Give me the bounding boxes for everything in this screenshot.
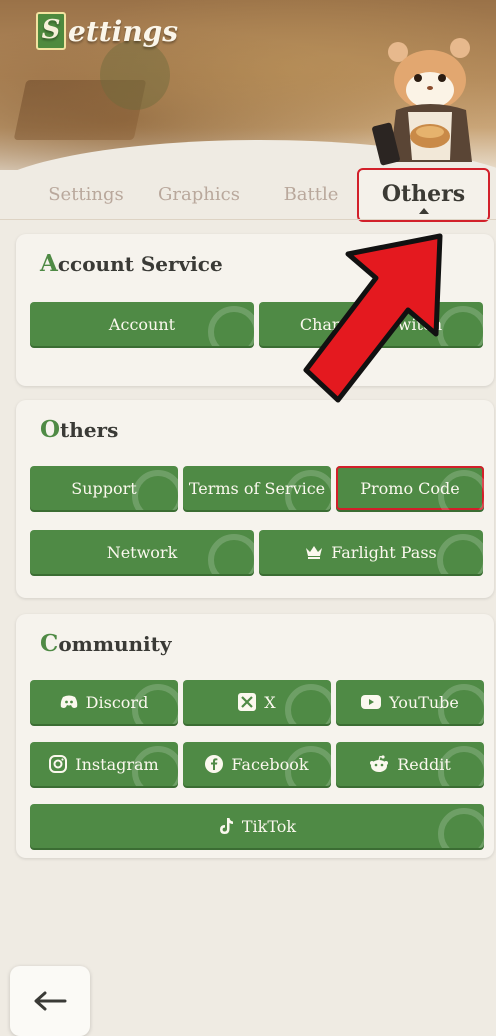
tab-graphics[interactable]: Graphics	[150, 170, 248, 220]
facebook-button[interactable]: Facebook	[183, 742, 331, 786]
instagram-button[interactable]: Instagram	[30, 742, 178, 786]
others-panel: Others Support Terms of Service Promo Co…	[16, 400, 494, 598]
pointer-arrow-icon	[303, 233, 443, 403]
others-title: Others	[40, 416, 119, 443]
hamster-mascot-icon	[372, 38, 472, 166]
network-button[interactable]: Network	[30, 530, 254, 574]
tab-divider	[0, 219, 496, 220]
youtube-button[interactable]: YouTube	[336, 680, 484, 724]
tiktok-button[interactable]: TikTok	[30, 804, 484, 848]
farlight-pass-button[interactable]: Farlight Pass	[259, 530, 483, 574]
title-text: ettings	[68, 14, 179, 48]
support-button[interactable]: Support	[30, 466, 178, 510]
community-panel: Community Discord X YouTube Instagram Fa…	[16, 614, 494, 858]
x-icon	[238, 693, 257, 711]
reddit-button[interactable]: Reddit	[336, 742, 484, 786]
account-service-title: Account Service	[40, 250, 223, 277]
crown-icon	[306, 546, 323, 559]
instagram-icon	[49, 755, 68, 773]
discord-button[interactable]: Discord	[30, 680, 178, 724]
terms-of-service-button[interactable]: Terms of Service	[183, 466, 331, 510]
facebook-icon	[205, 755, 224, 773]
tab-settings[interactable]: Settings	[30, 170, 142, 220]
tab-bar: Settings Graphics Battle Others	[0, 168, 496, 222]
title-initial-badge: S	[36, 12, 66, 50]
tab-others[interactable]: Others	[357, 168, 490, 222]
community-title: Community	[40, 630, 172, 657]
tiktok-icon	[219, 818, 233, 834]
back-button[interactable]	[10, 966, 90, 1036]
promo-code-button[interactable]: Promo Code	[336, 466, 484, 510]
scene-tree	[100, 40, 170, 110]
x-button[interactable]: X	[183, 680, 331, 724]
page-title: S ettings	[36, 12, 178, 50]
tab-battle[interactable]: Battle	[270, 170, 352, 220]
discord-icon	[60, 695, 77, 708]
account-button[interactable]: Account	[30, 302, 254, 346]
back-arrow-icon	[34, 991, 67, 1011]
reddit-icon	[370, 755, 389, 772]
youtube-icon	[361, 695, 382, 709]
